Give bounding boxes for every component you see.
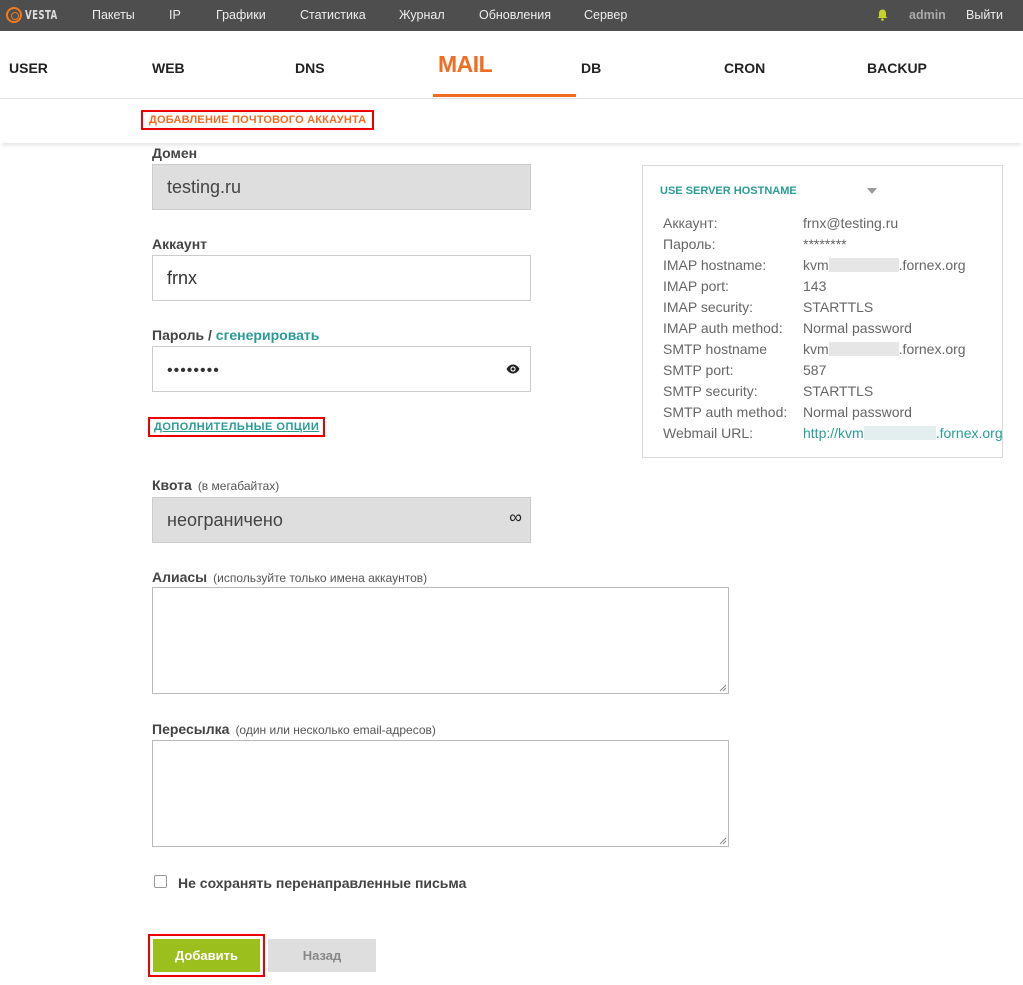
nav-updates[interactable]: Обновления [479, 8, 551, 22]
tab-mail[interactable]: MAIL [438, 51, 493, 78]
info-value: STARTTLS [803, 383, 874, 399]
nav-statistics[interactable]: Статистика [300, 8, 366, 22]
tab-web[interactable]: WEB [152, 60, 185, 76]
nav-ip[interactable]: IP [169, 8, 181, 22]
info-value: kvm .fornex.org [803, 341, 966, 357]
tab-dns[interactable]: DNS [295, 60, 325, 76]
caret-down-icon[interactable] [867, 188, 877, 194]
info-value: 143 [803, 278, 827, 294]
forward-label-text: Пересылка [152, 721, 230, 737]
info-value: 587 [803, 362, 827, 378]
logout-link[interactable]: Выйти [966, 8, 1003, 22]
account-input[interactable]: frnx [152, 255, 531, 301]
forward-label: Пересылка (один или несколько email-адрес… [152, 721, 436, 737]
logo-icon [6, 7, 22, 23]
info-label: Аккаунт: [663, 215, 718, 231]
generate-password-link[interactable]: сгенерировать [216, 327, 320, 343]
info-value: STARTTLS [803, 299, 874, 315]
forward-hint: (один или несколько email-адресов) [235, 723, 436, 737]
use-server-hostname-toggle[interactable]: USE SERVER HOSTNAME [660, 185, 797, 197]
info-value: Normal password [803, 404, 912, 420]
nav-log[interactable]: Журнал [399, 8, 445, 22]
back-button[interactable]: Назад [268, 939, 376, 972]
tab-db[interactable]: DB [581, 60, 601, 76]
active-tab-indicator [433, 94, 576, 97]
quota-value: неограничено [167, 510, 283, 530]
info-value: Normal password [803, 320, 912, 336]
password-value: •••••••• [167, 362, 220, 379]
user-link[interactable]: admin [909, 8, 946, 22]
info-label: SMTP auth method: [663, 404, 788, 420]
hostname-prefix: kvm [803, 257, 829, 273]
resize-handle-icon[interactable] [719, 684, 727, 692]
info-value: frnx@testing.ru [803, 215, 899, 231]
server-info-panel: USE SERVER HOSTNAME Аккаунт: frnx@testin… [642, 165, 1003, 458]
unlimited-toggle-icon[interactable]: ∞ [509, 502, 522, 532]
domain-field: testing.ru [152, 164, 531, 210]
quota-label: Квота (в мегабайтах) [152, 477, 279, 493]
no-store-forwarded-label[interactable]: Не сохранять перенаправленные письма [178, 875, 466, 891]
info-label: SMTP security: [663, 383, 758, 399]
forward-textarea[interactable] [152, 740, 729, 847]
add-button[interactable]: Добавить [153, 939, 260, 972]
password-input[interactable]: •••••••• [152, 346, 531, 392]
nav-graphs[interactable]: Графики [216, 8, 266, 22]
redacted-block [828, 342, 899, 356]
nav-server[interactable]: Сервер [584, 8, 627, 22]
tab-cron[interactable]: CRON [724, 60, 765, 76]
redacted-block [863, 426, 936, 440]
resize-handle-icon[interactable] [719, 837, 727, 845]
aliases-label-text: Алиасы [152, 569, 208, 585]
aliases-hint: (используйте только имена аккаунтов) [213, 571, 428, 585]
info-value: ******** [803, 236, 847, 252]
info-label: Webmail URL: [663, 425, 753, 441]
password-label: Пароль / сгенерировать [152, 327, 319, 343]
redacted-block [828, 258, 899, 272]
no-store-forwarded-checkbox[interactable] [154, 875, 167, 888]
nav-packages[interactable]: Пакеты [92, 8, 135, 22]
url-suffix: .fornex.org/ [935, 425, 1003, 441]
tab-backup[interactable]: BACKUP [867, 60, 927, 76]
hostname-suffix: .fornex.org [898, 257, 966, 273]
add-button-highlight: Добавить [148, 934, 265, 977]
aliases-label: Алиасы (используйте только имена аккаунто… [152, 569, 427, 585]
hostname-prefix: kvm [803, 341, 829, 357]
logo-text: VESTA [25, 8, 58, 22]
account-label: Аккаунт [152, 236, 208, 252]
quota-field[interactable]: неограничено ∞ [152, 497, 531, 543]
domain-label: Домен [152, 145, 198, 161]
info-label: SMTP hostname [663, 341, 768, 357]
info-label: IMAP security: [663, 299, 753, 315]
section-tabs: USER WEB DNS MAIL DB CRON BACKUP [0, 31, 1023, 99]
info-label: IMAP port: [663, 278, 729, 294]
page-title: ДОБАВЛЕНИЕ ПОЧТОВОГО АККАУНТА [141, 110, 375, 130]
aliases-textarea[interactable] [152, 587, 729, 694]
url-prefix: http://kvm [803, 425, 864, 441]
eye-icon[interactable] [506, 362, 520, 376]
quota-label-text: Квота [152, 477, 192, 493]
info-label: SMTP port: [663, 362, 734, 378]
vesta-logo[interactable]: VESTA [6, 7, 66, 23]
hostname-suffix: .fornex.org [898, 341, 966, 357]
subheader: ДОБАВЛЕНИЕ ПОЧТОВОГО АККАУНТА [0, 99, 1023, 143]
quota-hint: (в мегабайтах) [197, 479, 280, 493]
info-label: Пароль: [663, 236, 716, 252]
info-label: IMAP auth method: [663, 320, 783, 336]
password-label-text: Пароль / [152, 327, 212, 343]
advanced-options-link[interactable]: ДОПОЛНИТЕЛЬНЫЕ ОПЦИИ [148, 417, 326, 437]
top-bar: VESTA Пакеты IP Графики Статистика Журна… [0, 0, 1023, 31]
bell-icon[interactable] [877, 9, 888, 21]
tab-user[interactable]: USER [9, 60, 48, 76]
info-value: kvm .fornex.org [803, 257, 966, 273]
info-label: IMAP hostname: [663, 257, 767, 273]
webmail-url-link[interactable]: http://kvm .fornex.org/ [803, 425, 1003, 441]
